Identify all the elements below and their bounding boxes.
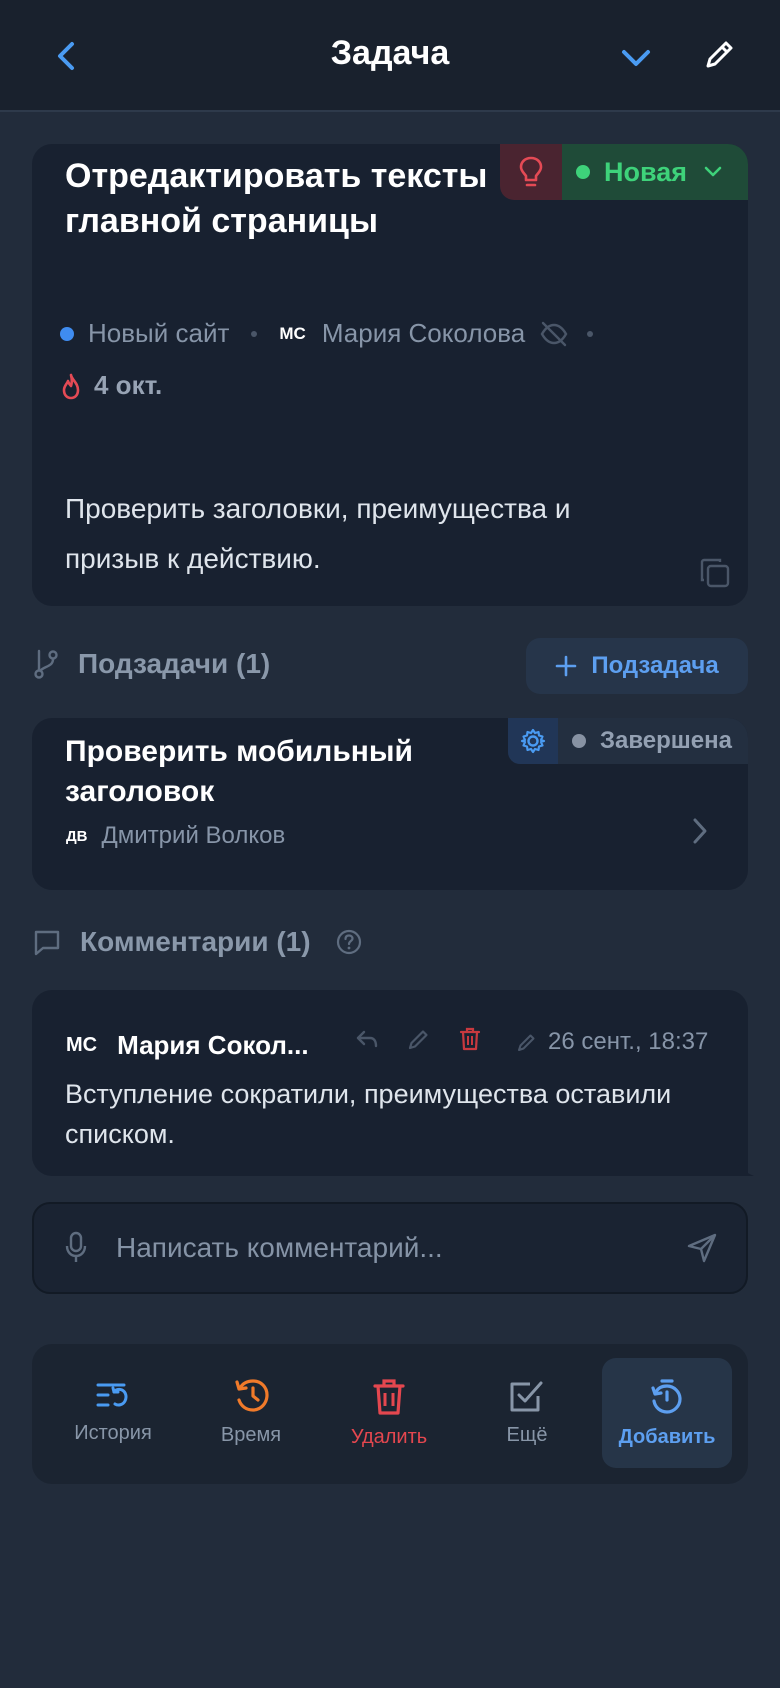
comment-input-placeholder: Написать комментарий... xyxy=(116,1232,443,1263)
add-time-label: Добавить xyxy=(618,1426,716,1448)
branch-icon xyxy=(34,649,58,679)
subtask-status-label: Завершена xyxy=(599,727,732,754)
assignee-name[interactable]: Мария Соколова xyxy=(322,318,525,349)
plus-icon xyxy=(556,655,577,677)
more-button[interactable]: Ещё xyxy=(462,1358,592,1468)
comment-author-name: Мария Сокол... xyxy=(117,1030,309,1060)
top-bar: Задача xyxy=(0,0,780,112)
status-dropdown[interactable]: Новая xyxy=(562,144,748,200)
subtasks-heading: Подзадачи (1) xyxy=(32,648,270,680)
trash-icon xyxy=(373,1379,405,1415)
microphone-icon[interactable] xyxy=(64,1230,88,1266)
status-dot xyxy=(576,165,590,179)
lightbulb-icon xyxy=(519,156,543,187)
copy-button[interactable] xyxy=(698,556,732,590)
chevron-right-icon xyxy=(693,818,707,844)
comments-heading-label: Комментарии (1) xyxy=(80,926,311,957)
comment-tail xyxy=(730,1156,754,1176)
delete-label: Удалить xyxy=(350,1426,428,1448)
subtask-status-badge: Завершена xyxy=(558,727,748,755)
due-date[interactable]: 4 окт. xyxy=(60,370,162,401)
task-description: Проверить заголовки, преимущества и приз… xyxy=(65,493,571,574)
task-title: Отредактировать тексты главной страницы xyxy=(65,157,488,240)
chevron-down-icon xyxy=(704,166,722,177)
action-toolbar: История Время Удалить Ещё Добавить xyxy=(32,1344,748,1484)
subtasks-heading-label: Подзадачи (1) xyxy=(78,648,271,679)
send-icon[interactable] xyxy=(686,1232,718,1264)
subtask-card[interactable]: Проверить мобильный заголовок Завершена … xyxy=(32,718,748,890)
history-button[interactable]: История xyxy=(48,1358,178,1468)
help-icon[interactable] xyxy=(335,928,363,956)
time-button[interactable]: Время xyxy=(186,1358,316,1468)
priority-button[interactable] xyxy=(500,144,562,200)
avatar: МС xyxy=(66,1034,98,1056)
subtask-assignee-name: Дмитрий Волков xyxy=(101,822,286,849)
subtask-status: Завершена xyxy=(507,718,748,764)
collapse-button[interactable] xyxy=(618,40,654,76)
reply-icon[interactable] xyxy=(354,1027,380,1051)
status-control: Новая xyxy=(500,144,748,200)
separator-dot xyxy=(251,330,258,337)
avatar: ДВ xyxy=(66,827,88,845)
timer-icon xyxy=(651,1379,682,1414)
comment-input[interactable]: Написать комментарий... xyxy=(32,1202,748,1294)
edit-button[interactable] xyxy=(700,36,738,74)
comment-actions xyxy=(354,1026,508,1052)
subtask-settings-button[interactable] xyxy=(507,718,558,764)
subtask-title: Проверить мобильный заголовок xyxy=(65,735,413,808)
status-dot xyxy=(571,734,586,748)
history-list-icon xyxy=(96,1383,128,1407)
pencil-icon[interactable] xyxy=(406,1026,432,1052)
add-subtask-label: Подзадача xyxy=(591,652,719,679)
due-date-label: 4 окт. xyxy=(94,370,163,400)
add-subtask-button[interactable]: Подзадача xyxy=(526,638,748,694)
gear-icon xyxy=(520,728,546,754)
pencil-icon xyxy=(706,41,733,68)
copy-icon xyxy=(700,558,730,588)
project-dot xyxy=(60,326,74,341)
comment-author: МС Мария Сокол... xyxy=(66,1030,309,1061)
clock-history-icon xyxy=(235,1379,269,1412)
chevron-down-icon xyxy=(622,50,650,66)
edited-pencil-icon xyxy=(518,1034,535,1051)
more-label: Ещё xyxy=(506,1424,548,1446)
flame-icon xyxy=(62,373,80,399)
separator-dot xyxy=(587,330,594,337)
checkbox-icon xyxy=(510,1381,543,1412)
comment-date: 26 сент., 18:37 xyxy=(516,1028,708,1056)
task-card: Отредактировать тексты главной страницы … xyxy=(32,144,748,606)
comment-card: МС Мария Сокол... 26 сент., 18:37 Вступл… xyxy=(32,990,748,1176)
add-time-button[interactable]: Добавить xyxy=(602,1358,732,1468)
page-title: Задача xyxy=(330,34,450,72)
comment-icon xyxy=(34,930,60,956)
time-label: Время xyxy=(220,1424,282,1446)
task-meta: Новый сайт МС Мария Соколова xyxy=(60,318,615,349)
project-link[interactable]: Новый сайт xyxy=(88,318,229,349)
delete-button[interactable]: Удалить xyxy=(324,1358,454,1468)
comments-heading: Комментарии (1) xyxy=(32,926,381,958)
history-label: История xyxy=(74,1422,152,1444)
trash-icon[interactable] xyxy=(458,1026,482,1052)
comment-text: Вступление сократили, преимущества остав… xyxy=(65,1079,672,1149)
comment-date-label: 26 сент., 18:37 xyxy=(548,1028,709,1055)
avatar: МС xyxy=(279,323,306,343)
subtask-assignee: ДВ Дмитрий Волков xyxy=(66,822,285,850)
status-label: Новая xyxy=(604,156,688,187)
eye-off-icon[interactable] xyxy=(539,321,569,347)
